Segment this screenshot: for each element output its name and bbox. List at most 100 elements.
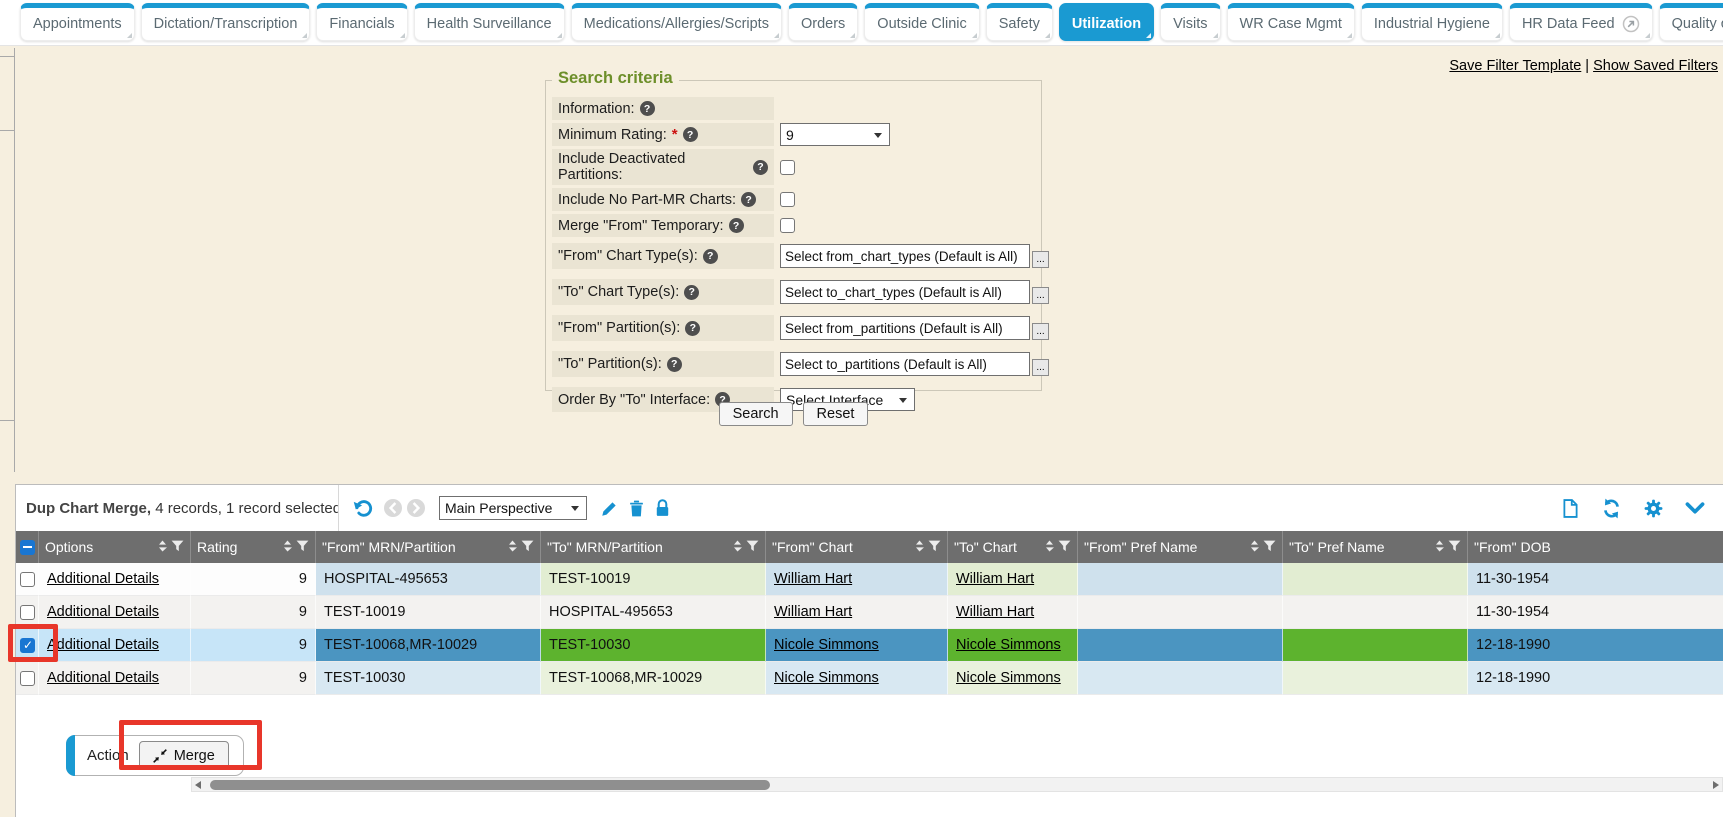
delete-trash-icon[interactable]: [629, 500, 644, 517]
circle-arrow-icon[interactable]: [1622, 15, 1640, 33]
tab-safety[interactable]: Safety: [986, 3, 1053, 41]
sort-icon[interactable]: [733, 539, 742, 555]
to-chart-types-browse-button[interactable]: ...: [1032, 287, 1049, 304]
to-chart-link[interactable]: Nicole Simmons: [956, 637, 1061, 653]
scroll-left-arrow[interactable]: [195, 781, 201, 789]
filter-funnel-icon[interactable]: [928, 539, 941, 555]
merge-button[interactable]: Merge: [139, 741, 229, 770]
sort-icon[interactable]: [158, 539, 167, 555]
sort-icon[interactable]: [1435, 539, 1444, 555]
column-header-from-mrn-partition[interactable]: "From" MRN/Partition: [316, 531, 541, 563]
tab-financials[interactable]: Financials: [316, 3, 407, 41]
new-document-icon[interactable]: [1562, 499, 1579, 518]
column-header-to-chart[interactable]: "To" Chart: [948, 531, 1078, 563]
additional-details-link[interactable]: Additional Details: [47, 604, 159, 620]
scrollbar-thumb[interactable]: [210, 780, 770, 790]
to-chart-link[interactable]: William Hart: [956, 604, 1034, 620]
next-page-icon[interactable]: [407, 499, 425, 517]
to-chart-link[interactable]: Nicole Simmons: [956, 670, 1061, 686]
help-icon[interactable]: ?: [703, 249, 718, 264]
tab-dictation-transcription[interactable]: Dictation/Transcription: [141, 3, 311, 41]
gear-icon[interactable]: [1644, 499, 1663, 518]
additional-details-link[interactable]: Additional Details: [47, 571, 159, 587]
filter-funnel-icon[interactable]: [521, 539, 534, 555]
tab-medications-allergies-scripts[interactable]: Medications/Allergies/Scripts: [571, 3, 782, 41]
tab-wr-case-mgmt[interactable]: WR Case Mgmt: [1227, 3, 1355, 41]
filter-funnel-icon[interactable]: [1448, 539, 1461, 555]
to-partitions-input[interactable]: [780, 352, 1030, 376]
row-checkbox[interactable]: [20, 671, 35, 686]
row-checkbox[interactable]: [20, 605, 35, 620]
sort-icon[interactable]: [283, 539, 292, 555]
filter-funnel-icon[interactable]: [1058, 539, 1071, 555]
header-select-all-checkbox[interactable]: [20, 540, 35, 555]
merge-arrows-icon: [153, 749, 167, 763]
column-header-to-pref-name[interactable]: "To" Pref Name: [1283, 531, 1468, 563]
sort-icon[interactable]: [1045, 539, 1054, 555]
filter-funnel-icon[interactable]: [1263, 539, 1276, 555]
from-chart-types-browse-button[interactable]: ...: [1032, 251, 1049, 268]
column-header-from-chart[interactable]: "From" Chart: [766, 531, 948, 563]
to-chart-types-input[interactable]: [780, 280, 1030, 304]
filter-funnel-icon[interactable]: [746, 539, 759, 555]
from-chart-types-input[interactable]: [780, 244, 1030, 268]
help-icon[interactable]: ?: [741, 192, 756, 207]
lock-icon[interactable]: [655, 499, 670, 517]
help-icon[interactable]: ?: [683, 127, 698, 142]
help-icon[interactable]: ?: [667, 357, 682, 372]
edit-pencil-icon[interactable]: [601, 500, 618, 517]
help-icon[interactable]: ?: [684, 285, 699, 300]
sort-icon[interactable]: [508, 539, 517, 555]
column-header-options[interactable]: Options: [39, 531, 191, 563]
tab-health-surveillance[interactable]: Health Surveillance: [414, 3, 565, 41]
tab-appointments[interactable]: Appointments: [20, 3, 135, 41]
filter-funnel-icon[interactable]: [296, 539, 309, 555]
help-icon[interactable]: ?: [729, 218, 744, 233]
row-checkbox[interactable]: [20, 572, 35, 587]
help-icon[interactable]: ?: [640, 101, 655, 116]
row-checkbox-checked[interactable]: [20, 638, 35, 653]
tab-hr-data-feed[interactable]: HR Data Feed: [1509, 3, 1653, 41]
merge-from-temporary-checkbox[interactable]: [780, 218, 795, 233]
from-chart-link[interactable]: Nicole Simmons: [774, 637, 879, 653]
tab-quality-of-care[interactable]: Quality of Care: [1659, 3, 1723, 41]
refresh-icon[interactable]: [1601, 498, 1622, 519]
scroll-right-arrow[interactable]: [1713, 781, 1719, 789]
include-deactivated-checkbox[interactable]: [780, 160, 795, 175]
from-partitions-browse-button[interactable]: ...: [1032, 323, 1049, 340]
search-button[interactable]: Search: [719, 402, 793, 426]
field-row-from-partitions: "From" Partition(s): ? ...: [552, 315, 1041, 341]
from-partitions-input[interactable]: [780, 316, 1030, 340]
from-chart-link[interactable]: Nicole Simmons: [774, 670, 879, 686]
tab-industrial-hygiene[interactable]: Industrial Hygiene: [1361, 3, 1503, 41]
tab-outside-clinic[interactable]: Outside Clinic: [864, 3, 979, 41]
to-chart-link[interactable]: William Hart: [956, 571, 1034, 587]
sort-icon[interactable]: [915, 539, 924, 555]
sort-icon[interactable]: [1250, 539, 1259, 555]
prev-page-icon[interactable]: [384, 499, 402, 517]
column-header-from-dob[interactable]: "From" DOB: [1468, 531, 1723, 563]
filter-funnel-icon[interactable]: [171, 539, 184, 555]
tab-utilization[interactable]: Utilization: [1059, 3, 1154, 41]
save-filter-template-link[interactable]: Save Filter Template: [1449, 58, 1581, 74]
tab-orders[interactable]: Orders: [788, 3, 858, 41]
from-chart-link[interactable]: William Hart: [774, 571, 852, 587]
minimum-rating-select[interactable]: 9: [780, 123, 890, 146]
chevron-down-icon[interactable]: [1685, 502, 1705, 515]
include-no-part-mr-checkbox[interactable]: [780, 192, 795, 207]
to-partitions-browse-button[interactable]: ...: [1032, 359, 1049, 376]
column-header-to-mrn-partition[interactable]: "To" MRN/Partition: [541, 531, 766, 563]
undo-icon[interactable]: [352, 497, 374, 519]
from-chart-link[interactable]: William Hart: [774, 604, 852, 620]
column-header-from-pref-name[interactable]: "From" Pref Name: [1078, 531, 1283, 563]
help-icon[interactable]: ?: [753, 160, 768, 175]
perspective-select[interactable]: Main Perspective: [439, 496, 587, 520]
horizontal-scrollbar[interactable]: [191, 777, 1723, 792]
column-header-rating[interactable]: Rating: [191, 531, 316, 563]
additional-details-link[interactable]: Additional Details: [47, 637, 159, 653]
help-icon[interactable]: ?: [685, 321, 700, 336]
additional-details-link[interactable]: Additional Details: [47, 670, 159, 686]
show-saved-filters-link[interactable]: Show Saved Filters: [1593, 58, 1718, 74]
tab-visits[interactable]: Visits: [1160, 3, 1220, 41]
reset-button[interactable]: Reset: [803, 402, 869, 426]
